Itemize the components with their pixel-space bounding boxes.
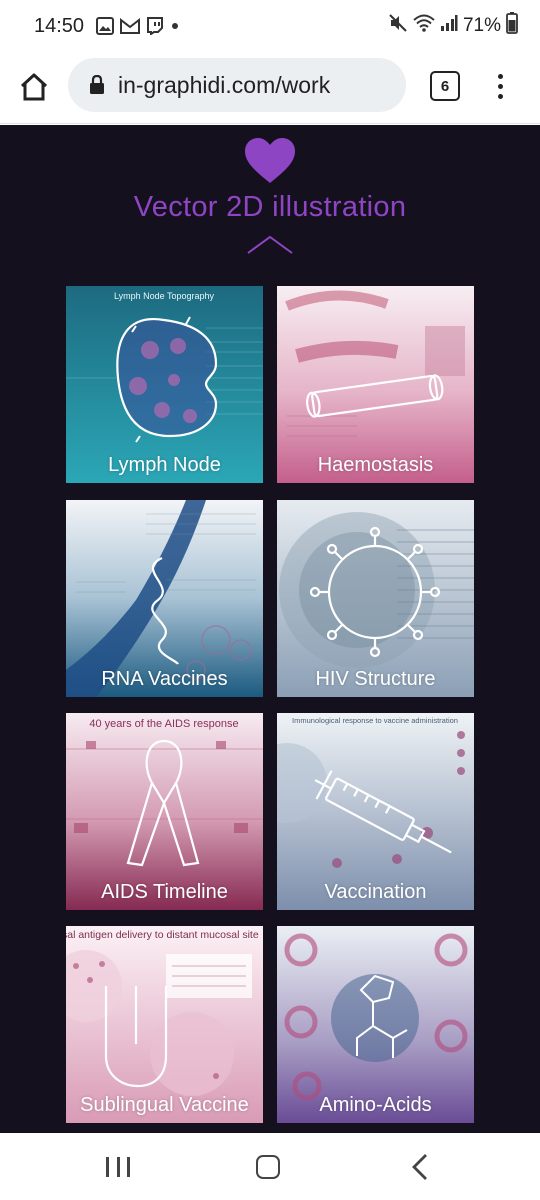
tabs-button[interactable]: 6 <box>430 71 460 101</box>
status-time: 14:50 <box>34 14 85 37</box>
card-amino-acids[interactable]: Amino-Acids <box>277 926 474 1123</box>
nav-home-button[interactable] <box>256 1155 280 1179</box>
url-bar[interactable]: in-graphidi.com/work <box>68 58 406 112</box>
heart-icon <box>245 138 295 183</box>
card-label: RNA Vaccines <box>101 668 228 690</box>
section-title: Vector 2D illustration <box>133 191 407 223</box>
card-label: Sublingual Vaccine <box>80 1094 249 1116</box>
card-lymph-node[interactable]: Lymph Node Topography Lymph Node <box>66 286 263 483</box>
card-haemostasis[interactable]: Haemostasis <box>277 286 474 483</box>
chevron-up-icon <box>247 235 293 254</box>
wifi-icon <box>413 14 435 38</box>
browser-toolbar: in-graphidi.com/work 6 <box>0 52 540 124</box>
card-label: Haemostasis <box>317 454 434 476</box>
signal-icon <box>440 14 458 38</box>
gmail-icon <box>120 18 141 34</box>
battery-icon <box>506 12 518 40</box>
gallery-icon <box>96 17 115 35</box>
battery-text: 71% <box>462 15 501 36</box>
more-menu-button[interactable] <box>488 66 512 106</box>
card-art-text: Immunological response to vaccine admini… <box>292 716 458 725</box>
card-rna-vaccines[interactable]: RNA Vaccines <box>66 500 263 697</box>
page-content: Vector 2D illustration Lymph Node Topogr… <box>0 125 540 1133</box>
card-art-text: 40 years of the AIDS response <box>89 718 238 730</box>
card-vaccination[interactable]: Immunological response to vaccine admini… <box>277 713 474 910</box>
home-button[interactable] <box>14 67 54 107</box>
card-sublingual-vaccine[interactable]: sal antigen delivery to distant mucosal … <box>66 926 263 1123</box>
home-icon <box>20 73 48 101</box>
card-label: Vaccination <box>324 881 427 903</box>
card-aids-timeline[interactable]: 40 years of the AIDS response AIDS Timel… <box>66 713 263 910</box>
dot-icon <box>170 21 180 31</box>
card-label: Lymph Node <box>108 454 221 476</box>
lock-icon <box>86 73 108 97</box>
mute-icon <box>388 13 408 39</box>
card-art-text: sal antigen delivery to distant mucosal … <box>66 929 259 941</box>
card-label: Amino-Acids <box>319 1094 432 1116</box>
back-button[interactable] <box>408 1153 432 1181</box>
recent-apps-button[interactable] <box>106 1157 130 1177</box>
card-label: HIV Structure <box>315 668 436 690</box>
card-label: AIDS Timeline <box>101 881 228 903</box>
twitch-icon <box>146 17 164 35</box>
status-bar: 14:50 71% <box>0 0 540 52</box>
card-hiv-structure[interactable]: HIV Structure <box>277 500 474 697</box>
system-status: 71% <box>388 12 518 40</box>
url-text: in-graphidi.com/work <box>118 71 331 98</box>
card-art-text: Lymph Node Topography <box>114 291 215 301</box>
system-nav-bar <box>0 1133 540 1200</box>
